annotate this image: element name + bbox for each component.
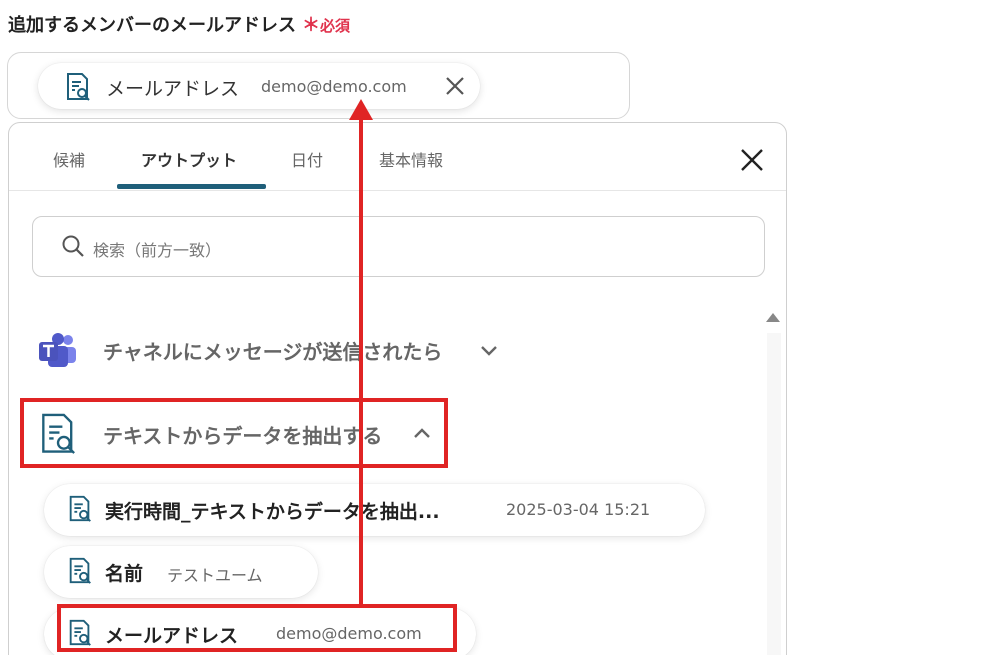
- close-icon[interactable]: [739, 147, 765, 173]
- tab-bar: 候補 アウトプット 日付 基本情報: [9, 123, 786, 191]
- document-search-icon: [66, 495, 94, 527]
- screen: 追加するメンバーのメールアドレス ＊必須 メールアドレス demo@demo.co…: [0, 0, 997, 655]
- search-placeholder: 検索（前方一致）: [93, 241, 222, 260]
- output-picker-panel: 候補 アウトプット 日付 基本情報 検索（前方一致） チャネルにメッセージが送信…: [8, 122, 787, 655]
- list-item[interactable]: メールアドレス demo@demo.com: [44, 608, 476, 655]
- document-search-icon: [66, 557, 94, 589]
- scrollbar-track[interactable]: [767, 333, 781, 655]
- item-value: 2025-03-04 15:21: [506, 500, 651, 519]
- active-tab-indicator: [117, 184, 266, 189]
- scroll-up-arrow[interactable]: [766, 313, 780, 322]
- token-label: メールアドレス: [106, 78, 240, 100]
- item-label: 名前: [105, 563, 144, 585]
- list-item[interactable]: 名前 テストユーム: [44, 546, 318, 598]
- tab-date[interactable]: 日付: [291, 147, 323, 171]
- group-teams-trigger[interactable]: チャネルにメッセージが送信されたら: [29, 328, 509, 374]
- item-label: メールアドレス: [105, 625, 239, 647]
- document-search-icon: [63, 72, 93, 106]
- required-mark: ＊: [302, 15, 320, 36]
- tab-basic-info[interactable]: 基本情報: [379, 147, 443, 171]
- list-item[interactable]: 実行時間_テキストからデータを抽出... 2025-03-04 15:21: [44, 484, 705, 536]
- close-icon[interactable]: [444, 75, 466, 97]
- chevron-up-icon: [412, 424, 432, 448]
- selected-value-token[interactable]: メールアドレス demo@demo.com: [38, 63, 480, 109]
- tab-output[interactable]: アウトプット: [141, 147, 237, 171]
- item-label: 実行時間_テキストからデータを抽出...: [105, 501, 440, 523]
- group-title: テキストからデータを抽出する: [103, 424, 383, 448]
- field-label-text: 追加するメンバーのメールアドレス: [8, 15, 296, 36]
- required-text: 必須: [320, 17, 351, 35]
- token-value: demo@demo.com: [261, 77, 407, 96]
- document-search-icon: [66, 619, 94, 651]
- group-title: チャネルにメッセージが送信されたら: [103, 340, 443, 364]
- tab-candidates[interactable]: 候補: [53, 147, 85, 171]
- group-extract-trigger[interactable]: テキストからデータを抽出する: [29, 408, 449, 462]
- item-value: demo@demo.com: [276, 624, 422, 643]
- teams-icon: [38, 332, 78, 374]
- item-value: テストユーム: [167, 566, 263, 585]
- search-icon: [61, 234, 85, 262]
- field-label: 追加するメンバーのメールアドレス ＊必須: [8, 11, 350, 37]
- document-search-icon: [36, 412, 80, 460]
- search-input[interactable]: 検索（前方一致）: [32, 216, 765, 277]
- chevron-down-icon: [479, 340, 499, 364]
